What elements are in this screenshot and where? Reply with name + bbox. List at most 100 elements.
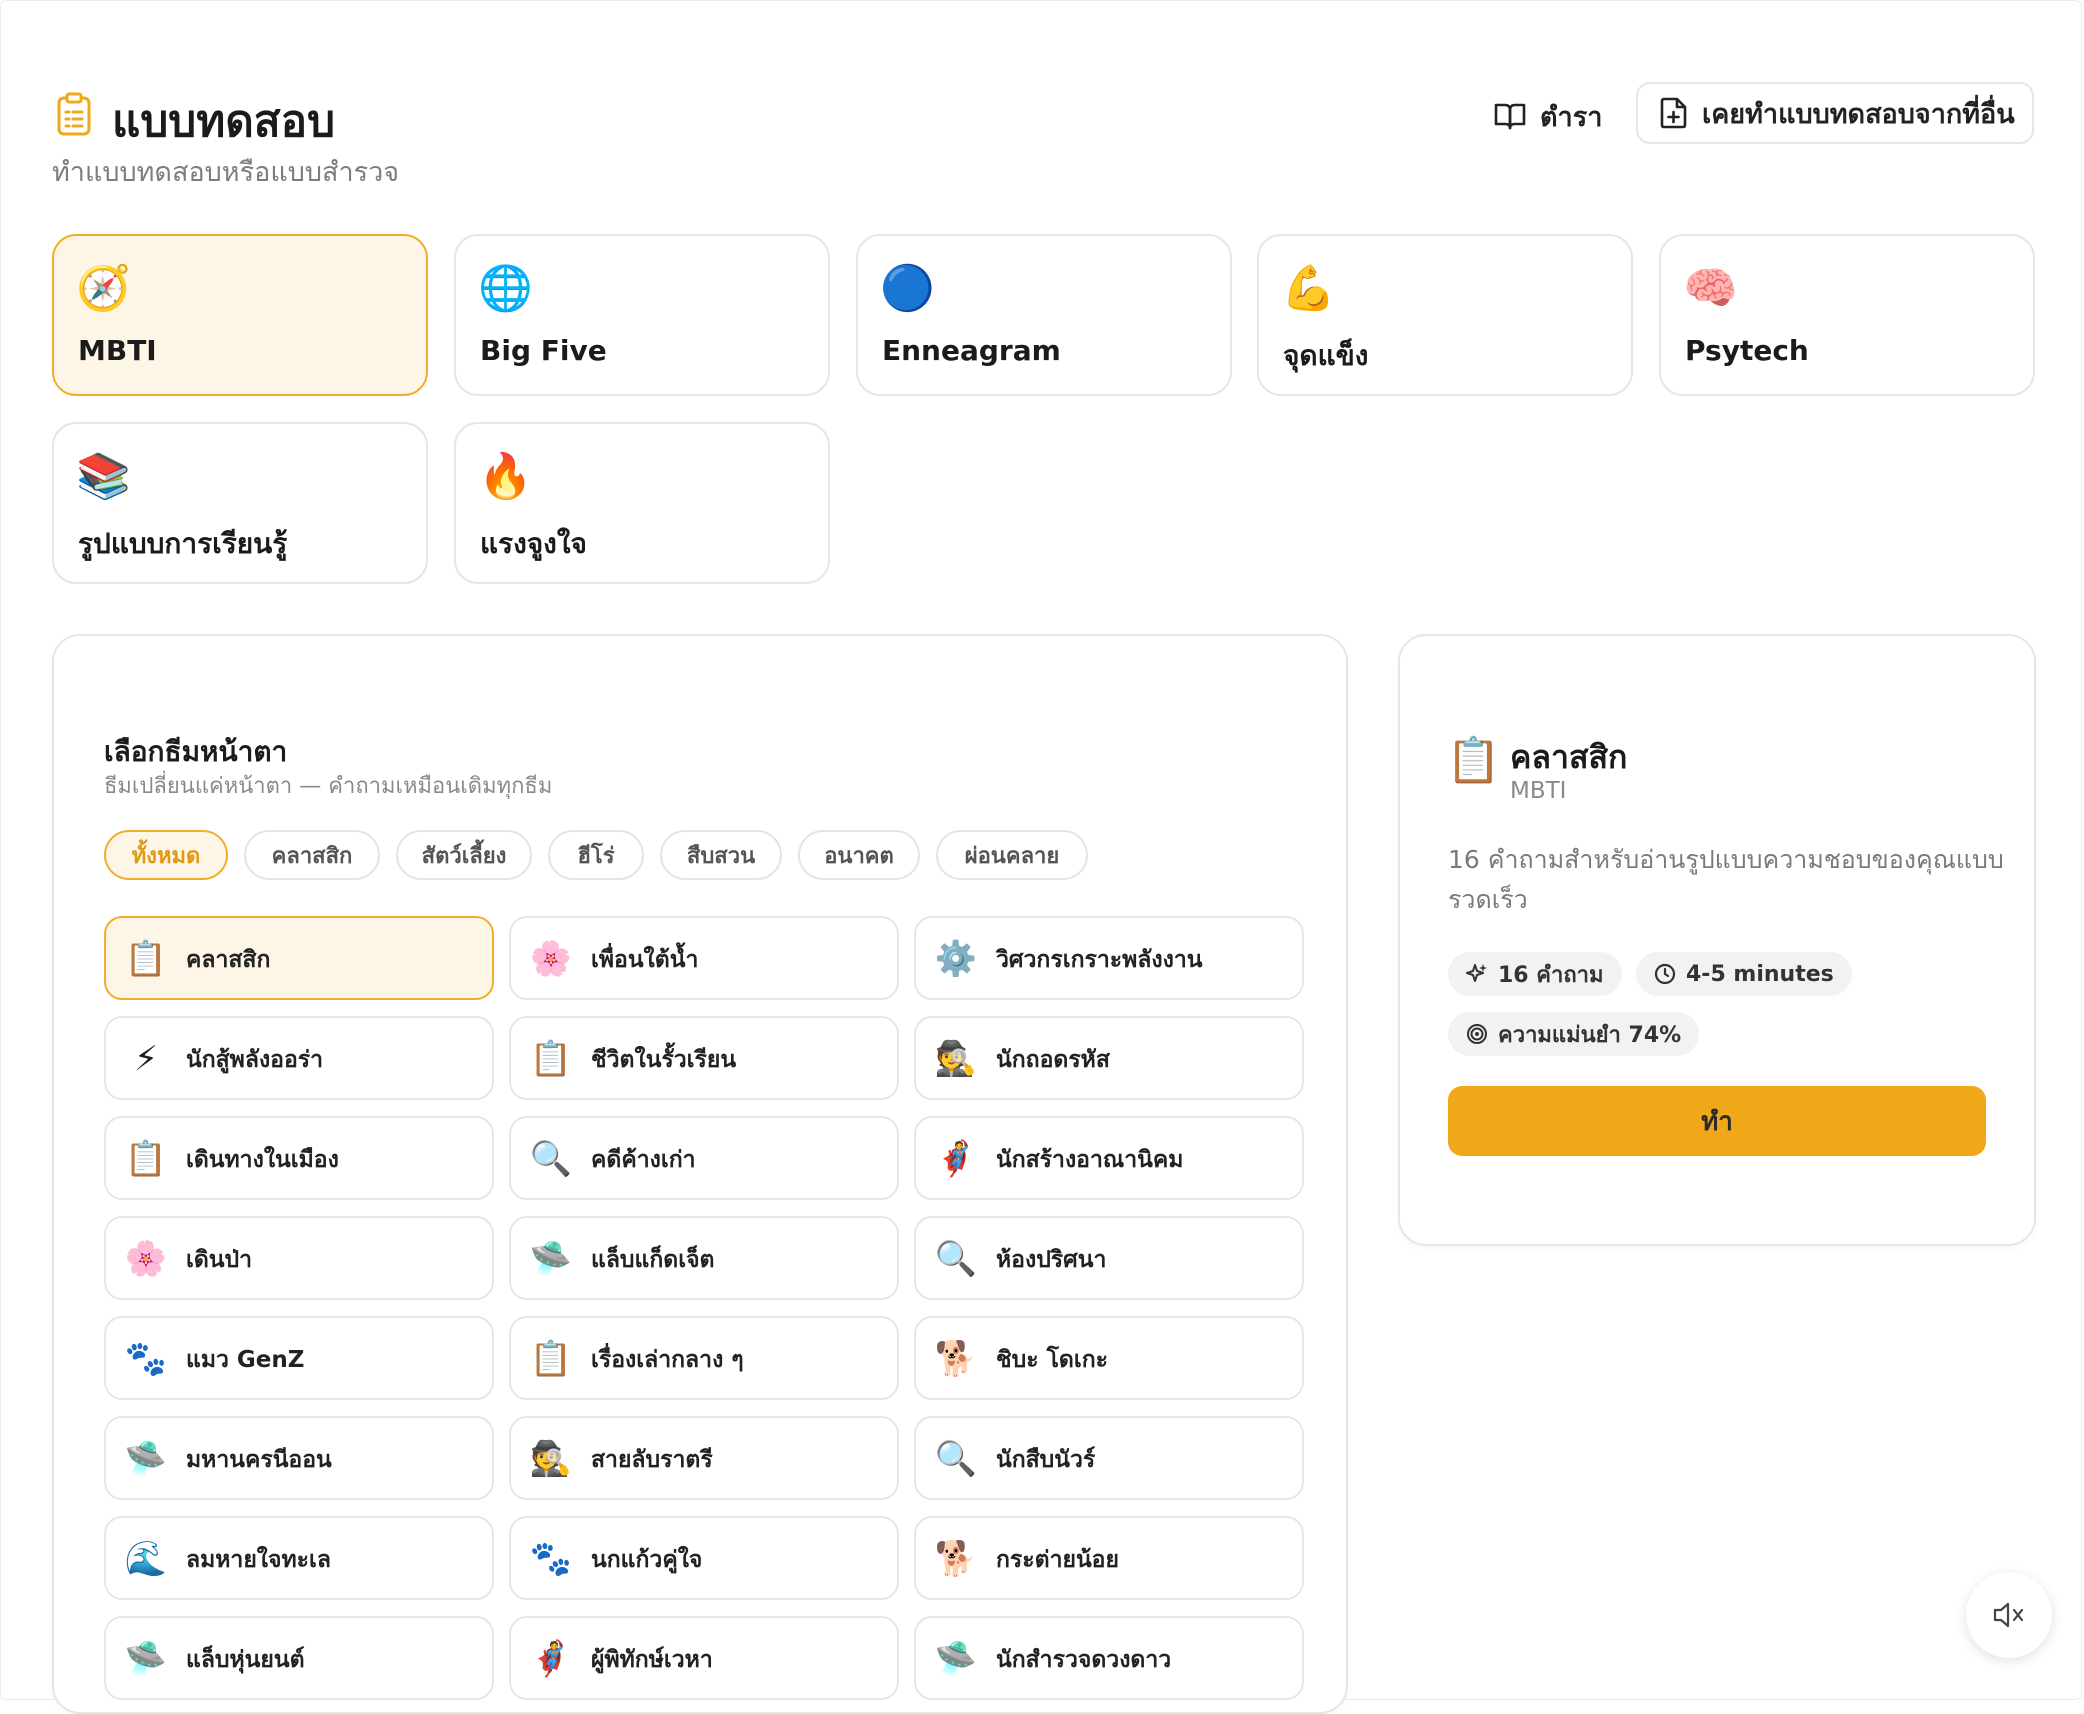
- test-type-label: Big Five: [480, 334, 607, 367]
- theme-option-label: มหานครนีออน: [186, 1447, 332, 1473]
- theme-option[interactable]: 🛸 มหานครนีออน: [104, 1416, 494, 1500]
- test-type-learning-style[interactable]: 📚 รูปแบบการเรียนรู้: [52, 422, 428, 584]
- theme-option[interactable]: 🐕 ชิบะ โดเกะ: [914, 1316, 1304, 1400]
- theme-option-label: คดีค้างเก่า: [591, 1147, 696, 1173]
- theme-option[interactable]: 📋 ชีวิตในรั้วเรียน: [509, 1016, 899, 1100]
- theme-option[interactable]: 🐾 นกแก้วคู่ใจ: [509, 1516, 899, 1600]
- theme-option-label: นักถอดรหัส: [996, 1047, 1110, 1073]
- clipboard-icon: 📋: [124, 1139, 168, 1179]
- filter-chip-hero[interactable]: ฮีโร่: [548, 830, 644, 880]
- theme-option[interactable]: ⚙️ วิศวกรเกราะพลังงาน: [914, 916, 1304, 1000]
- import-results-button[interactable]: เคยทำแบบทดสอบจากที่อื่น: [1636, 82, 2034, 144]
- test-type-motivation[interactable]: 🔥 แรงจูงใจ: [454, 422, 830, 584]
- duration-text: 4-5 minutes: [1686, 961, 1834, 987]
- filter-chip-relax[interactable]: ผ่อนคลาย: [936, 830, 1088, 880]
- theme-option-label: เดินทางในเมือง: [186, 1147, 339, 1173]
- clipboard-icon: 📋: [529, 1339, 573, 1379]
- theme-option[interactable]: 🕵️ สายลับราตรี: [509, 1416, 899, 1500]
- test-type-enneagram[interactable]: 🔵 Enneagram: [856, 234, 1232, 396]
- theme-option[interactable]: 🐾 แมว GenZ: [104, 1316, 494, 1400]
- flying-saucer-icon: 🛸: [124, 1639, 168, 1679]
- questions-badge: 16 คำถาม: [1448, 952, 1622, 996]
- accuracy-badge: ความแม่นยำ 74%: [1448, 1012, 1700, 1056]
- theme-option-label: วิศวกรเกราะพลังงาน: [996, 947, 1203, 973]
- test-type-label: MBTI: [78, 334, 157, 367]
- cherry-blossom-icon: 🌸: [529, 939, 573, 979]
- speaker-muted-icon: [1993, 1602, 2024, 1628]
- theme-option-label: นักสืบนัวร์: [996, 1447, 1096, 1473]
- theme-option[interactable]: 🌸 เดินป่า: [104, 1216, 494, 1300]
- file-plus-icon: [1660, 97, 1687, 129]
- detective-icon: 🕵️: [934, 1039, 978, 1079]
- theme-option-label: ชิบะ โดเกะ: [996, 1347, 1109, 1373]
- import-label: เคยทำแบบทดสอบจากที่อื่น: [1702, 98, 2015, 130]
- filter-chip-pets[interactable]: สัตว์เลี้ยง: [396, 830, 532, 880]
- theme-option-label: คลาสสิก: [186, 947, 271, 973]
- theme-option-label: เรื่องเล่ากลาง ๆ: [591, 1347, 744, 1373]
- theme-option[interactable]: 🔍 ห้องปริศนา: [914, 1216, 1304, 1300]
- theme-option[interactable]: 🕵️ นักถอดรหัส: [914, 1016, 1304, 1100]
- theme-option-label: ลมหายใจทะเล: [186, 1547, 331, 1573]
- magnifier-icon: 🔍: [529, 1139, 573, 1179]
- duration-badge: 4-5 minutes: [1636, 952, 1852, 996]
- theme-option[interactable]: 🛸 นักสำรวจดวงดาว: [914, 1616, 1304, 1700]
- theme-panel: เลือกธีมหน้าตา ธีมเปลี่ยนแค่หน้าตา — คำถ…: [52, 634, 1348, 1714]
- page-title: แบบทดสอบ: [112, 96, 336, 147]
- theme-option-label: ห้องปริศนา: [996, 1247, 1107, 1273]
- questions-count: 16 คำถาม: [1498, 962, 1604, 988]
- cherry-blossom-icon: 🌸: [124, 1239, 168, 1279]
- wave-icon: 🌊: [124, 1539, 168, 1579]
- theme-option[interactable]: 📋 คลาสสิก: [104, 916, 494, 1000]
- magnifier-icon: 🔍: [934, 1239, 978, 1279]
- textbook-button[interactable]: ตำรา: [1494, 96, 1602, 136]
- clipboard-icon: 📋: [124, 939, 168, 979]
- test-type-big-five[interactable]: 🌐 Big Five: [454, 234, 830, 396]
- test-type-label: Psytech: [1685, 334, 1809, 367]
- test-type-psytech[interactable]: 🧠 Psytech: [1659, 234, 2035, 396]
- theme-option[interactable]: 🌊 ลมหายใจทะเล: [104, 1516, 494, 1600]
- theme-option-label: กระต่ายน้อย: [996, 1547, 1119, 1573]
- dog-icon: 🐕: [934, 1539, 978, 1579]
- paw-prints-icon: 🐾: [124, 1339, 168, 1379]
- fire-icon: 🔥: [478, 451, 533, 502]
- brain-icon: 🧠: [1683, 263, 1738, 314]
- filter-chip-detective[interactable]: สืบสวน: [660, 830, 782, 880]
- textbook-label: ตำรา: [1540, 101, 1603, 133]
- theme-option[interactable]: 🐕 กระต่ายน้อย: [914, 1516, 1304, 1600]
- filter-chip-future[interactable]: อนาคต: [798, 830, 920, 880]
- theme-option[interactable]: ⚡ นักสู้พลังออร่า: [104, 1016, 494, 1100]
- blue-circle-icon: 🔵: [880, 263, 935, 314]
- theme-option-label: นักสำรวจดวงดาว: [996, 1647, 1172, 1673]
- detail-subtitle: MBTI: [1510, 778, 1567, 804]
- test-type-mbti[interactable]: 🧭 MBTI: [52, 234, 428, 396]
- theme-option[interactable]: 📋 เรื่องเล่ากลาง ๆ: [509, 1316, 899, 1400]
- theme-option-label: สายลับราตรี: [591, 1447, 713, 1473]
- theme-option[interactable]: 🔍 คดีค้างเก่า: [509, 1116, 899, 1200]
- theme-option[interactable]: 🔍 นักสืบนัวร์: [914, 1416, 1304, 1500]
- page-subtitle: ทำแบบทดสอบหรือแบบสำรวจ: [52, 157, 400, 188]
- theme-option-label: นักสู้พลังออร่า: [186, 1047, 324, 1073]
- filter-chip-classic[interactable]: คลาสสิก: [244, 830, 380, 880]
- test-type-strengths[interactable]: 💪 จุดแข็ง: [1257, 234, 1633, 396]
- books-icon: 📚: [76, 451, 131, 502]
- superhero-icon: 🦸: [529, 1639, 573, 1679]
- mute-button[interactable]: [1966, 1572, 2052, 1658]
- globe-icon: 🌐: [478, 263, 533, 314]
- theme-option[interactable]: 📋 เดินทางในเมือง: [104, 1116, 494, 1200]
- detective-icon: 🕵️: [529, 1439, 573, 1479]
- theme-option-label: แล็บหุ่นยนต์: [186, 1647, 305, 1673]
- test-type-label: แรงจูงใจ: [480, 527, 587, 560]
- start-test-button[interactable]: ทำ: [1448, 1086, 1986, 1156]
- clock-icon: [1654, 963, 1676, 985]
- theme-option[interactable]: 🛸 แล็บแก็ดเจ็ต: [509, 1216, 899, 1300]
- filter-chip-all[interactable]: ทั้งหมด: [104, 830, 228, 880]
- lightning-icon: ⚡: [134, 1039, 158, 1079]
- dog-icon: 🐕: [934, 1339, 978, 1379]
- flexed-biceps-icon: 💪: [1281, 263, 1336, 314]
- theme-option[interactable]: 🌸 เพื่อนใต้น้ำ: [509, 916, 899, 1000]
- theme-option[interactable]: 🦸 นักสร้างอาณานิคม: [914, 1116, 1304, 1200]
- theme-option[interactable]: 🦸 ผู้พิทักษ์เวหา: [509, 1616, 899, 1700]
- theme-option-label: แมว GenZ: [186, 1347, 305, 1373]
- theme-option[interactable]: 🛸 แล็บหุ่นยนต์: [104, 1616, 494, 1700]
- detail-description: 16 คำถามสำหรับอ่านรูปแบบความชอบของคุณแบบ…: [1448, 845, 2004, 914]
